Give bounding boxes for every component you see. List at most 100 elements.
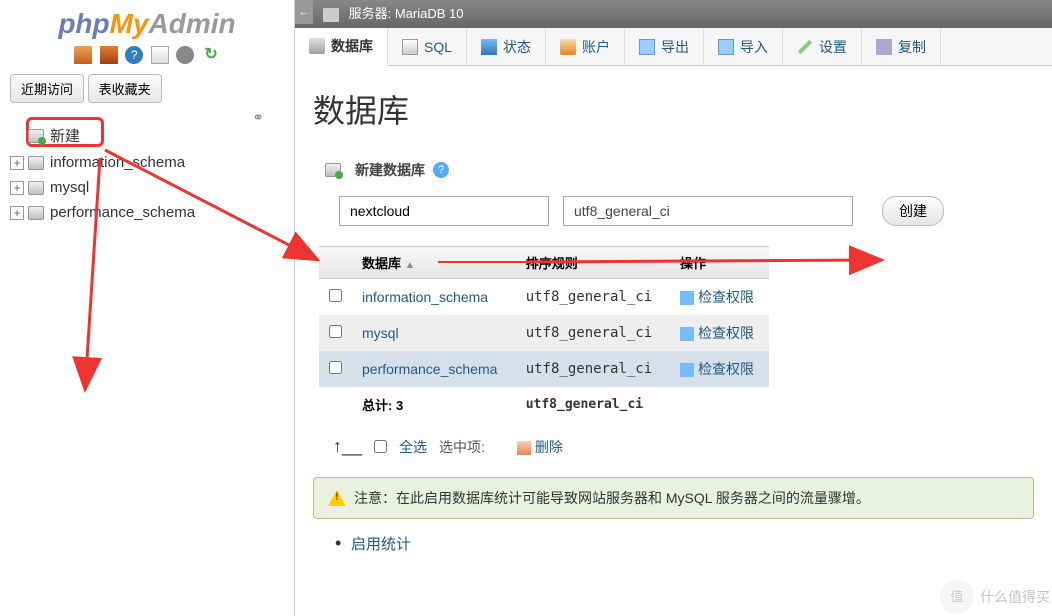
tree-db-label: mysql [50, 179, 89, 196]
sql-icon [402, 39, 418, 55]
collation-select[interactable] [563, 196, 853, 226]
total-label: 总计: 3 [352, 387, 516, 422]
gear-icon[interactable] [176, 46, 194, 64]
delete-icon [517, 441, 531, 455]
row-checkbox[interactable] [329, 289, 342, 302]
table-row: mysql utf8_general_ci 检查权限 [319, 315, 769, 351]
help-icon[interactable]: ? [125, 46, 143, 64]
tree-db-label: performance_schema [50, 204, 195, 221]
logout-icon[interactable] [100, 46, 118, 64]
warning-icon [328, 490, 346, 506]
export-icon [639, 39, 655, 55]
db-icon [28, 181, 44, 195]
settings-icon [798, 39, 812, 53]
tab-database[interactable]: 数据库 [295, 28, 388, 66]
db-name-input[interactable] [339, 196, 549, 226]
logo[interactable]: phpMyAdmin [0, 0, 294, 42]
new-db-icon [28, 129, 44, 143]
db-link[interactable]: performance_schema [362, 361, 497, 377]
check-permission-link[interactable]: 检查权限 [698, 289, 754, 305]
col-collation[interactable]: 排序规则 [516, 247, 670, 279]
expand-icon[interactable]: + [10, 156, 24, 170]
breadcrumb-label[interactable]: 服务器: MariaDB 10 [349, 6, 464, 21]
database-table: 数据库▲ 排序规则 操作 information_schema utf8_gen… [319, 246, 769, 422]
sidebar-toolbar: ? ↻ [0, 42, 294, 68]
sql-icon[interactable] [151, 46, 169, 64]
page-title: 数据库 [313, 86, 1034, 132]
permission-icon [680, 327, 694, 341]
collation-cell: utf8_general_ci [516, 315, 670, 351]
watermark: 值 什么值得买 [940, 580, 1050, 614]
watermark-icon: 值 [940, 580, 974, 614]
tree-db-item[interactable]: + performance_schema [8, 200, 286, 225]
top-tabs: 数据库 SQL 状态 账户 导出 导入 设置 复制 [295, 28, 1052, 66]
db-link[interactable]: information_schema [362, 289, 488, 305]
arrow-up-icon: ↑__ [333, 436, 362, 457]
new-db-icon [325, 163, 341, 177]
select-all-link[interactable]: 全选 [399, 437, 427, 457]
table-footer: 总计: 3 utf8_general_ci [319, 387, 769, 422]
refresh-icon[interactable]: ↻ [202, 46, 220, 64]
tree-new[interactable]: 新建 [8, 121, 286, 150]
enable-stats-link[interactable]: 启用统计 [313, 533, 1034, 554]
help-icon[interactable]: ? [433, 162, 449, 178]
select-all-checkbox[interactable] [374, 440, 387, 453]
permission-icon [680, 291, 694, 305]
table-row: performance_schema utf8_general_ci 检查权限 [319, 351, 769, 387]
db-icon [28, 156, 44, 170]
sidebar: phpMyAdmin ? ↻ 近期访问 表收藏夹 ⚭ 新建 + informat… [0, 0, 295, 616]
sort-icon[interactable]: ▲ [405, 260, 415, 271]
tab-import[interactable]: 导入 [704, 28, 783, 65]
database-icon [309, 38, 325, 54]
collation-cell: utf8_general_ci [516, 351, 670, 387]
recent-tab[interactable]: 近期访问 [10, 74, 84, 103]
notice-text: 注意：在此启用数据库统计可能导致网站服务器和 MySQL 服务器之间的流量骤增。 [354, 488, 870, 508]
server-icon [323, 8, 339, 22]
tree-db-item[interactable]: + information_schema [8, 150, 286, 175]
status-icon [481, 39, 497, 55]
tab-replication[interactable]: 复制 [862, 28, 941, 65]
permission-icon [680, 363, 694, 377]
tab-accounts[interactable]: 账户 [546, 28, 625, 65]
tree-db-label: information_schema [50, 154, 185, 171]
accounts-icon [560, 39, 576, 55]
content: 数据库 新建数据库 ? 创建 数据库▲ 排序规则 操作 [295, 66, 1052, 574]
db-icon [28, 206, 44, 220]
with-selected-label: 选中项: [439, 437, 485, 457]
link-icon[interactable]: ⚭ [252, 109, 264, 126]
collapse-sidebar-button[interactable]: ← [295, 0, 313, 24]
favorites-tab[interactable]: 表收藏夹 [88, 74, 162, 103]
table-row: information_schema utf8_general_ci 检查权限 [319, 279, 769, 316]
home-icon[interactable] [74, 46, 92, 64]
tab-status[interactable]: 状态 [467, 28, 546, 65]
col-database: 数据库▲ [352, 247, 516, 279]
db-tree: ⚭ 新建 + information_schema + mysql + perf… [0, 109, 294, 233]
tree-new-label: 新建 [50, 125, 80, 146]
create-db-label: 新建数据库 [355, 160, 425, 180]
row-checkbox[interactable] [329, 325, 342, 338]
expand-icon[interactable]: + [10, 181, 24, 195]
check-permission-link[interactable]: 检查权限 [698, 361, 754, 377]
delete-link[interactable]: 删除 [535, 439, 563, 455]
create-db-form: 创建 [313, 188, 1034, 246]
tree-db-item[interactable]: + mysql [8, 175, 286, 200]
total-collation: utf8_general_ci [516, 387, 670, 422]
sidebar-nav-tabs: 近期访问 表收藏夹 [0, 68, 294, 109]
db-link[interactable]: mysql [362, 325, 399, 341]
col-action: 操作 [670, 247, 769, 279]
create-button[interactable]: 创建 [882, 196, 944, 226]
tab-settings[interactable]: 设置 [783, 28, 862, 65]
create-db-header: 新建数据库 ? [313, 160, 1034, 180]
watermark-text: 什么值得买 [980, 587, 1050, 607]
row-checkbox[interactable] [329, 361, 342, 374]
import-icon [718, 39, 734, 55]
check-permission-link[interactable]: 检查权限 [698, 325, 754, 341]
bulk-actions: ↑__ 全选 选中项: 删除 [313, 422, 1034, 471]
replication-icon [876, 39, 892, 55]
breadcrumb: 服务器: MariaDB 10 [295, 0, 1052, 28]
main: ← 服务器: MariaDB 10 数据库 SQL 状态 账户 导出 导入 设置… [295, 0, 1052, 616]
tab-sql[interactable]: SQL [388, 28, 467, 65]
tab-export[interactable]: 导出 [625, 28, 704, 65]
expand-icon[interactable]: + [10, 206, 24, 220]
collation-cell: utf8_general_ci [516, 279, 670, 316]
